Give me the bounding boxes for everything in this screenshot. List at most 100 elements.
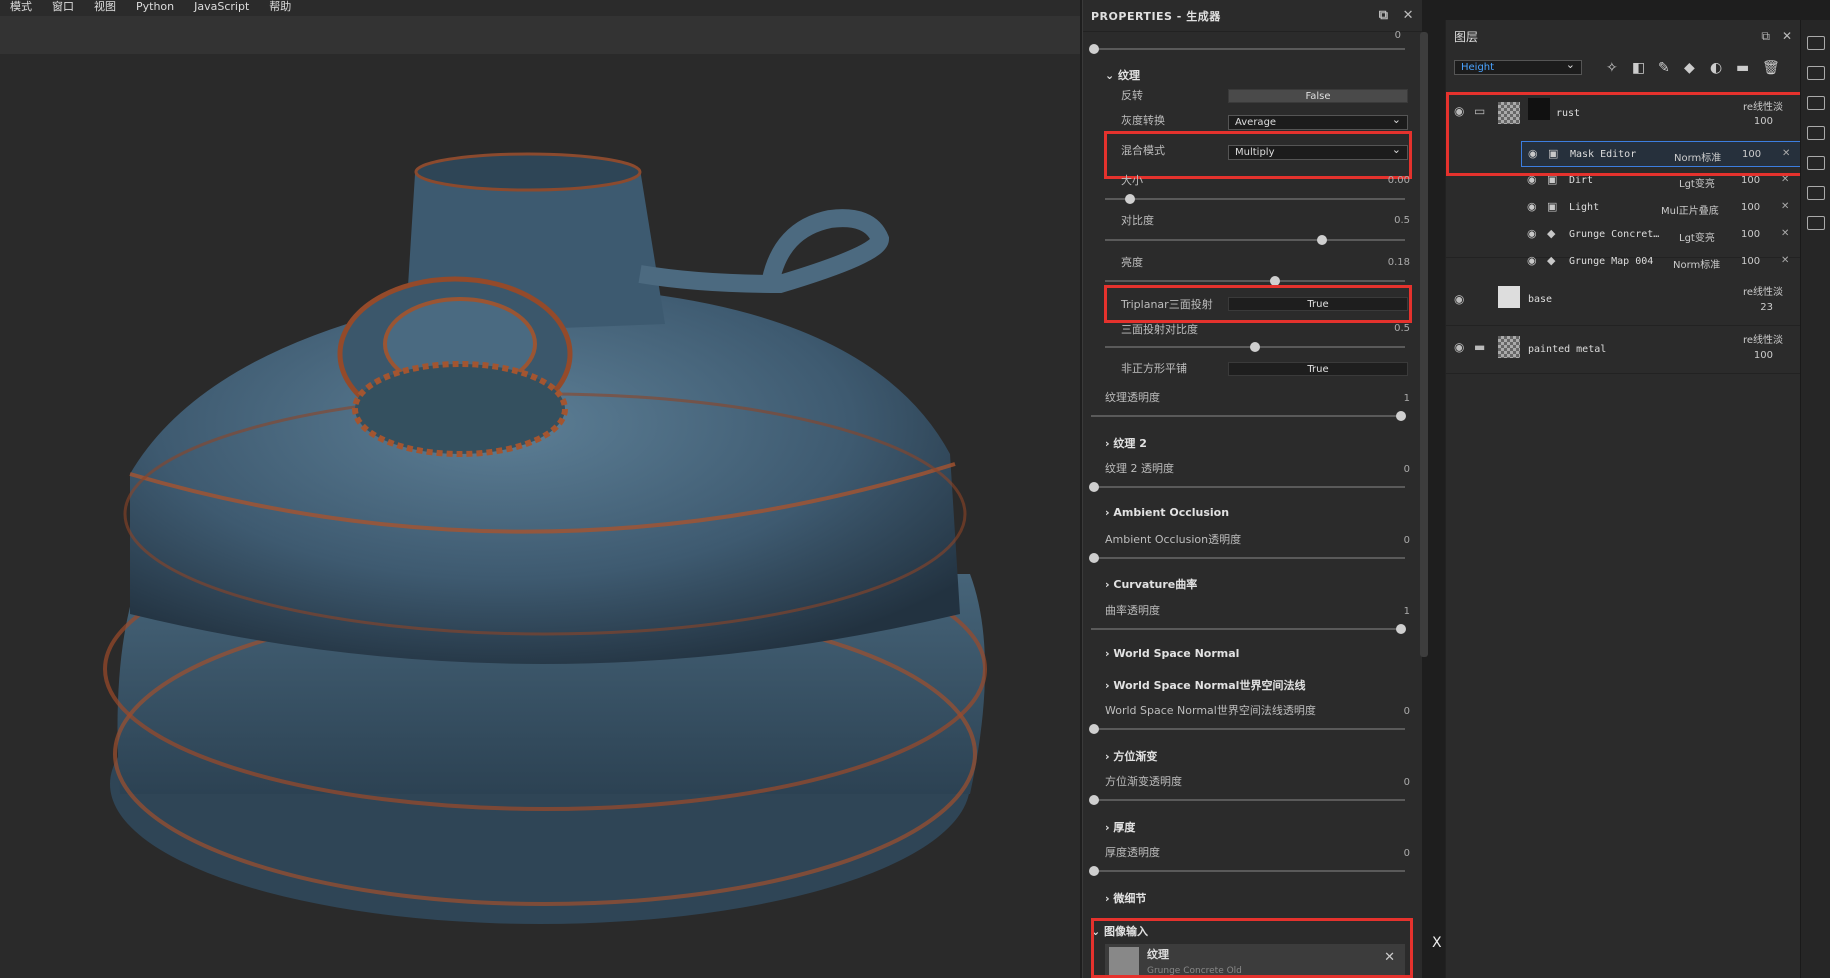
- slider-thumb[interactable]: [1089, 795, 1099, 805]
- close-icon[interactable]: ✕: [1781, 255, 1789, 266]
- highlight-box: [1446, 92, 1809, 176]
- sublayer-opacity[interactable]: 100: [1741, 202, 1760, 213]
- menu-help[interactable]: 帮助: [259, 0, 301, 16]
- sublayer-light[interactable]: ◉ ▣ Light Mul正片叠底 100 ✕: [1521, 195, 1801, 221]
- slider-thumb[interactable]: [1089, 44, 1099, 54]
- thickness-opacity-slider[interactable]: [1089, 866, 1405, 876]
- menu-mode[interactable]: 模式: [0, 0, 42, 16]
- folder-icon[interactable]: ▬: [1736, 60, 1749, 76]
- thickness-section-header[interactable]: › 厚度: [1105, 819, 1135, 835]
- menu-javascript[interactable]: JavaScript: [184, 0, 259, 16]
- curvature-section-header[interactable]: › Curvature曲率: [1105, 576, 1197, 592]
- effect-icon[interactable]: ◐: [1710, 60, 1722, 76]
- texture-opacity-slider[interactable]: [1091, 411, 1406, 421]
- ao-section-header[interactable]: › Ambient Occlusion: [1105, 506, 1229, 519]
- trash-icon[interactable]: 🗑: [1762, 60, 1780, 76]
- brush-icon[interactable]: ✎: [1658, 60, 1670, 76]
- 3d-viewport[interactable]: [0, 54, 1080, 978]
- texture-set-icon[interactable]: [1806, 66, 1825, 80]
- slider-thumb[interactable]: [1317, 235, 1327, 245]
- texture2-opacity-label: 纹理 2 透明度: [1105, 462, 1174, 475]
- mask-icon[interactable]: ◧: [1632, 60, 1645, 76]
- sublayer-grunge-concrete[interactable]: ◉ ◆ Grunge Concret… Lgt变亮 100 ✕: [1521, 222, 1801, 248]
- stray-x-label: X: [1432, 935, 1442, 951]
- slider-thumb[interactable]: [1125, 194, 1135, 204]
- wsn2-section-header[interactable]: › World Space Normal世界空间法线: [1105, 677, 1305, 693]
- wsn-opacity-value: 0: [1403, 706, 1410, 717]
- eye-icon[interactable]: ◉: [1527, 227, 1537, 240]
- microdetail-section-header[interactable]: › 微细节: [1105, 890, 1146, 906]
- channel-dropdown[interactable]: Height: [1454, 58, 1582, 75]
- sublayer-opacity[interactable]: 100: [1741, 229, 1760, 240]
- close-icon[interactable]: ✕: [1782, 29, 1792, 44]
- grid-icon[interactable]: [1806, 96, 1825, 110]
- magic-wand-icon[interactable]: ✧: [1606, 60, 1618, 76]
- ao-opacity-slider[interactable]: [1089, 553, 1405, 563]
- top-value: 0: [1394, 30, 1401, 41]
- layer-opacity[interactable]: 23: [1760, 302, 1773, 313]
- sublayer-grunge-map[interactable]: ◉ ◆ Grunge Map 004 Norm标准 100 ✕: [1521, 249, 1801, 275]
- slider-thumb[interactable]: [1396, 624, 1406, 634]
- layers-panel: 图层 ⧉✕ Height ✧ ◧ ✎ ◆ ◐ ▬ 🗑 ◉ ▭ rust re线性…: [1445, 20, 1809, 978]
- triplanar-contrast-slider[interactable]: [1105, 342, 1405, 352]
- sublayer-blend[interactable]: Mul正片叠底: [1661, 202, 1719, 217]
- slider-thumb[interactable]: [1250, 342, 1260, 352]
- slider-thumb[interactable]: [1089, 482, 1099, 492]
- layer-opacity[interactable]: 100: [1754, 350, 1773, 361]
- eye-icon[interactable]: ◉: [1527, 200, 1537, 213]
- properties-scrollbar[interactable]: [1420, 32, 1428, 657]
- chevron-down-icon: ⌄: [1105, 69, 1119, 82]
- nonsquare-toggle[interactable]: True: [1228, 362, 1408, 376]
- display-icon[interactable]: [1806, 126, 1825, 140]
- wsn-section-header[interactable]: › World Space Normal: [1105, 647, 1239, 660]
- texture-opacity-value: 1: [1403, 393, 1410, 404]
- sublayer-blend[interactable]: Norm标准: [1673, 256, 1720, 271]
- size-label: 大小: [1121, 174, 1143, 187]
- sublayer-opacity[interactable]: 100: [1741, 256, 1760, 267]
- close-icon[interactable]: ✕: [1781, 201, 1789, 212]
- texture2-opacity-slider[interactable]: [1089, 482, 1405, 492]
- slider-thumb[interactable]: [1089, 553, 1099, 563]
- texture-section-header[interactable]: ⌄ 纹理: [1105, 67, 1140, 83]
- float-icon[interactable]: ⧉: [1761, 29, 1770, 44]
- eye-icon[interactable]: ◉: [1527, 254, 1537, 267]
- shader-icon[interactable]: [1806, 156, 1825, 170]
- grayscale-dropdown[interactable]: Average: [1228, 113, 1408, 130]
- float-icon[interactable]: ⧉: [1379, 8, 1389, 23]
- curvature-opacity-slider[interactable]: [1091, 624, 1406, 634]
- slider-thumb[interactable]: [1089, 724, 1099, 734]
- invert-toggle[interactable]: False: [1228, 89, 1408, 103]
- layer-blend[interactable]: re线性淡: [1743, 283, 1783, 298]
- sublayer-blend[interactable]: Lgt变亮: [1679, 229, 1715, 244]
- menu-view[interactable]: 视图: [84, 0, 126, 16]
- fill-icon[interactable]: ◆: [1684, 60, 1695, 76]
- brightness-slider[interactable]: [1105, 276, 1405, 286]
- direction-section-header[interactable]: › 方位渐变: [1105, 748, 1157, 764]
- eye-icon[interactable]: ◉: [1454, 292, 1464, 306]
- invert-label: 反转: [1121, 89, 1143, 102]
- slider-thumb[interactable]: [1089, 866, 1099, 876]
- slider-thumb[interactable]: [1396, 411, 1406, 421]
- direction-opacity-slider[interactable]: [1089, 795, 1405, 805]
- close-icon[interactable]: ✕: [1781, 228, 1789, 239]
- layer-painted-metal[interactable]: ◉ ▬ painted metal re线性淡 100: [1446, 326, 1801, 374]
- menu-window[interactable]: 窗口: [42, 0, 84, 16]
- log-icon[interactable]: [1806, 216, 1825, 230]
- layer-toolbar: Height ✧ ◧ ✎ ◆ ◐ ▬ 🗑: [1446, 56, 1801, 86]
- sublayer-blend[interactable]: Lgt变亮: [1679, 175, 1715, 190]
- layers-icon[interactable]: [1806, 36, 1825, 50]
- layer-base[interactable]: ◉ base re线性淡 23: [1446, 278, 1801, 326]
- size-slider[interactable]: [1105, 194, 1405, 204]
- properties-title: PROPERTIES - 生成器: [1091, 9, 1221, 23]
- close-icon[interactable]: ✕: [1403, 8, 1414, 23]
- menu-python[interactable]: Python: [126, 0, 184, 16]
- sublayer-name: Dirt: [1569, 175, 1594, 186]
- layer-blend[interactable]: re线性淡: [1743, 331, 1783, 346]
- sublayer-opacity[interactable]: 100: [1741, 175, 1760, 186]
- texture2-section-header[interactable]: › 纹理 2: [1105, 435, 1147, 451]
- contrast-slider[interactable]: [1105, 235, 1405, 245]
- top-slider[interactable]: [1089, 44, 1405, 54]
- eye-icon[interactable]: ◉: [1454, 340, 1464, 354]
- history-icon[interactable]: [1806, 186, 1825, 200]
- wsn-opacity-slider[interactable]: [1089, 724, 1405, 734]
